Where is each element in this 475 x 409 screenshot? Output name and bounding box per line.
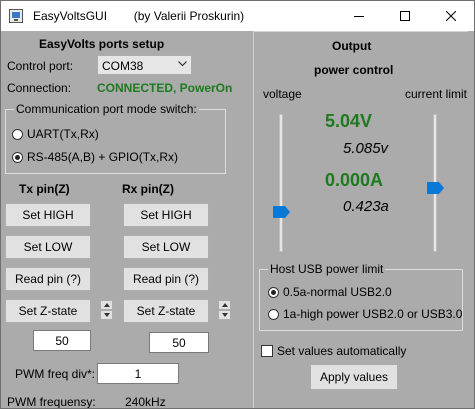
radio-uart-dot[interactable]: [12, 128, 23, 140]
tx-set-high-button[interactable]: Set HIGH: [5, 203, 91, 227]
usb-limit-group: Host USB power limit 0.5a-normal USB2.0 …: [259, 262, 463, 331]
set-voltage-value: 5.04V: [325, 111, 373, 131]
rx-z-stepper[interactable]: [218, 300, 231, 320]
voltage-label: voltage: [263, 87, 302, 101]
connection-label: Connection:: [7, 81, 72, 95]
output-subtitle: power control: [314, 63, 394, 77]
minimize-icon: [354, 16, 364, 17]
rx-set-low-button[interactable]: Set LOW: [123, 235, 209, 259]
stepper-up-button[interactable]: [218, 300, 231, 310]
measured-current-value: 0.423a: [343, 198, 389, 215]
radio-rs485-label: RS-485(A,B) + GPIO(Tx,Rx): [27, 150, 179, 164]
chevron-down-icon: [103, 313, 110, 317]
rx-read-pin-button[interactable]: Read pin (?): [123, 267, 209, 291]
apply-values-button[interactable]: Apply values: [310, 364, 398, 390]
control-port-select[interactable]: COM38: [97, 55, 192, 75]
radio-usb-normal-dot[interactable]: [268, 286, 279, 298]
rx-z-value-field[interactable]: 50: [149, 332, 209, 353]
control-port-label: Control port:: [7, 59, 74, 73]
setup-title: EasyVolts ports setup: [39, 37, 165, 51]
voltage-slider-thumb[interactable]: [273, 206, 291, 218]
close-icon: [446, 11, 456, 21]
pwm-div-label: PWM freq div*:: [15, 367, 96, 381]
pwm-div-field[interactable]: 1: [97, 363, 179, 384]
radio-uart[interactable]: UART(Tx,Rx): [12, 127, 99, 141]
auto-set-checkbox-box[interactable]: [261, 345, 273, 357]
tx-read-pin-button[interactable]: Read pin (?): [5, 267, 91, 291]
mode-switch-group: Communication port mode switch: UART(Tx,…: [5, 102, 226, 174]
auto-set-checkbox[interactable]: Set values automatically: [261, 344, 406, 358]
voltage-slider-track[interactable]: [279, 114, 283, 252]
output-title: Output: [332, 39, 372, 53]
maximize-icon: [400, 11, 410, 21]
app-window: EasyVoltsGUI (by Valerii Proskurin) Easy…: [0, 0, 475, 409]
tx-z-stepper[interactable]: [100, 300, 113, 320]
stepper-up-button[interactable]: [100, 300, 113, 310]
window-title: EasyVoltsGUI (by Valerii Proskurin): [33, 9, 245, 23]
close-button[interactable]: [428, 1, 474, 31]
mode-switch-legend: Communication port mode switch:: [14, 102, 199, 116]
connection-status: CONNECTED, PowerOn: [97, 81, 233, 95]
radio-rs485-dot[interactable]: [12, 151, 23, 163]
chevron-up-icon: [103, 303, 110, 307]
chevron-up-icon: [221, 303, 228, 307]
radio-rs485[interactable]: RS-485(A,B) + GPIO(Tx,Rx): [12, 150, 178, 164]
control-port-value: COM38: [102, 59, 144, 73]
radio-uart-label: UART(Tx,Rx): [27, 127, 99, 141]
rx-set-high-button[interactable]: Set HIGH: [123, 203, 209, 227]
radio-usb-normal-label: 0.5a-normal USB2.0: [283, 285, 392, 299]
tx-pin-heading: Tx pin(Z): [19, 182, 70, 196]
measured-voltage-value: 5.085v: [343, 140, 389, 157]
chevron-down-icon: [221, 313, 228, 317]
minimize-button[interactable]: [336, 1, 382, 31]
chevron-down-icon: [178, 61, 187, 67]
set-current-value: 0.000A: [325, 170, 384, 190]
radio-usb-normal[interactable]: 0.5a-normal USB2.0: [268, 285, 392, 299]
usb-limit-legend: Host USB power limit: [268, 262, 386, 276]
rx-set-z-button[interactable]: Set Z-state: [123, 299, 209, 323]
auto-set-checkbox-label: Set values automatically: [277, 344, 407, 358]
rx-pin-heading: Rx pin(Z): [122, 182, 174, 196]
title-bar[interactable]: EasyVoltsGUI (by Valerii Proskurin): [1, 1, 474, 31]
stepper-down-button[interactable]: [218, 310, 231, 320]
current-limit-label: current limit: [405, 87, 468, 101]
radio-usb-high-dot[interactable]: [268, 308, 279, 320]
pwm-freq-value: 240kHz: [125, 395, 166, 409]
radio-usb-high-label: 1a-high power USB2.0 or USB3.0: [283, 307, 463, 321]
maximize-button[interactable]: [382, 1, 428, 31]
pwm-freq-label: PWM frequensy:: [7, 395, 96, 409]
current-slider-thumb[interactable]: [427, 182, 445, 194]
app-icon: [9, 9, 23, 23]
tx-set-low-button[interactable]: Set LOW: [5, 235, 91, 259]
stepper-down-button[interactable]: [100, 310, 113, 320]
tx-z-value-field[interactable]: 50: [33, 330, 91, 351]
tx-set-z-button[interactable]: Set Z-state: [5, 299, 91, 323]
radio-usb-high[interactable]: 1a-high power USB2.0 or USB3.0: [268, 307, 462, 321]
